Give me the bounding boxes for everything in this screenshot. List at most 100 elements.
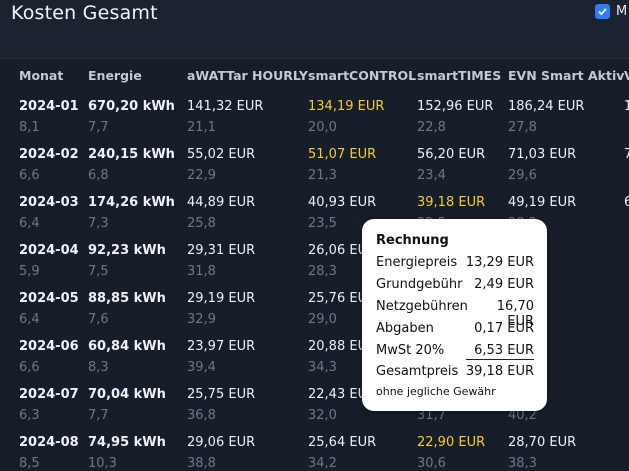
tooltip-item-label: Energiepreis <box>376 255 458 270</box>
price-sub-cell: 36,8 <box>187 408 216 423</box>
tooltip-item-value: 13,29 EUR <box>465 255 534 270</box>
price-sub-cell: 29,6 <box>508 168 537 183</box>
energy-cell: 174,26 kWh <box>88 195 175 210</box>
month-sub-cell: 6,6 <box>19 168 40 183</box>
price-sub-cell: 27,8 <box>508 120 537 135</box>
show-option-toggle[interactable]: M <box>595 4 627 19</box>
month-cell: 2024-06 <box>19 339 79 354</box>
price-cell: 55,02 EUR <box>187 147 256 162</box>
month-cell: 2024-05 <box>19 291 79 306</box>
energy-cell: 92,23 kWh <box>88 243 166 258</box>
tooltip-item: Energiepreis 13,29 EUR <box>376 255 534 270</box>
tooltip-item-value: 6,53 EUR <box>474 343 534 358</box>
month-cell: 2024-02 <box>19 147 79 162</box>
price-sub-cell: 22,8 <box>417 120 446 135</box>
tooltip-item-value: 0,17 EUR <box>474 321 534 336</box>
energy-sub-cell: 7,7 <box>88 408 109 423</box>
price-sub-cell: 23,5 <box>308 216 337 231</box>
month-sub-cell: 6,4 <box>19 312 40 327</box>
energy-cell: 70,04 kWh <box>88 387 166 402</box>
tooltip-item-label: Grundgebühr <box>376 277 463 292</box>
tooltip-item-value: 2,49 EUR <box>474 277 534 292</box>
month-sub-cell: 8,1 <box>19 120 40 135</box>
column-header[interactable]: smartTIMES <box>417 68 501 83</box>
price-sub-cell: 32,9 <box>187 312 216 327</box>
price-cell: 6 <box>624 195 629 210</box>
price-cell: 25,64 EUR <box>308 435 377 450</box>
checkbox-label: M <box>616 4 628 19</box>
month-sub-cell: 6,6 <box>19 360 40 375</box>
month-sub-cell: 5,9 <box>19 264 40 279</box>
price-sub-cell: 38,8 <box>187 456 216 471</box>
price-sub-cell: 23,4 <box>417 168 446 183</box>
month-sub-cell: 6,4 <box>19 216 40 231</box>
price-cell: 56,20 EUR <box>417 147 486 162</box>
invoice-tooltip: Rechnung Energiepreis 13,29 EUR Grundgebüh… <box>362 219 547 411</box>
tooltip-total-label: Gesamtpreis <box>376 364 459 379</box>
tooltip-total: Gesamtpreis 39,18 EUR <box>376 364 534 379</box>
price-cell: 141,32 EUR <box>187 99 264 114</box>
price-cell: 134,19 EUR <box>308 99 385 114</box>
energy-sub-cell: 8,3 <box>88 360 109 375</box>
price-sub-cell: 32,0 <box>308 408 337 423</box>
price-cell: 1 <box>624 99 629 114</box>
price-sub-cell: 22,9 <box>187 168 216 183</box>
tooltip-item-label: Abgaben <box>376 321 434 336</box>
price-cell: 152,96 EUR <box>417 99 494 114</box>
energy-sub-cell: 7,3 <box>88 216 109 231</box>
price-sub-cell: 29,0 <box>308 312 337 327</box>
page-title: Kosten Gesamt <box>11 2 158 24</box>
price-cell: 29,06 EUR <box>187 435 256 450</box>
price-sub-cell: 21,1 <box>187 120 216 135</box>
column-header[interactable]: EVN Smart Aktiv <box>508 68 624 83</box>
price-cell: 39,18 EUR <box>417 195 486 210</box>
checkbox[interactable] <box>595 4 610 19</box>
price-cell: 51,07 EUR <box>308 147 377 162</box>
price-cell: 40,93 EUR <box>308 195 377 210</box>
price-cell: 7 <box>624 147 629 162</box>
price-cell: 29,19 EUR <box>187 291 256 306</box>
price-cell: 186,24 EUR <box>508 99 585 114</box>
price-cell: 71,03 EUR <box>508 147 577 162</box>
month-cell: 2024-07 <box>19 387 79 402</box>
column-header[interactable]: smartCONTROL <box>308 68 416 83</box>
price-sub-cell: 39,4 <box>187 360 216 375</box>
tooltip-item: MwSt 20% 6,53 EUR <box>376 343 534 358</box>
energy-cell: 240,15 kWh <box>88 147 175 162</box>
energy-sub-cell: 10,3 <box>88 456 117 471</box>
price-sub-cell: 30,6 <box>417 456 446 471</box>
price-cell: 23,97 EUR <box>187 339 256 354</box>
energy-cell: 60,84 kWh <box>88 339 166 354</box>
price-cell: 25,75 EUR <box>187 387 256 402</box>
price-cell: 22,90 EUR <box>417 435 486 450</box>
price-cell: 29,31 EUR <box>187 243 256 258</box>
check-icon <box>598 8 607 16</box>
month-sub-cell: 8,5 <box>19 456 40 471</box>
tooltip-item: Grundgebühr 2,49 EUR <box>376 277 534 292</box>
tooltip-item: Abgaben 0,17 EUR <box>376 321 534 336</box>
price-sub-cell: 25,8 <box>187 216 216 231</box>
column-header[interactable]: Monat <box>19 68 63 83</box>
column-header[interactable]: aWATTar HOURLY <box>187 68 308 83</box>
tooltip-item-label: MwSt 20% <box>376 343 445 358</box>
tooltip-divider <box>466 359 534 360</box>
energy-sub-cell: 7,7 <box>88 120 109 135</box>
price-sub-cell: 34,3 <box>308 360 337 375</box>
energy-cell: 74,95 kWh <box>88 435 166 450</box>
price-sub-cell: 21,3 <box>308 168 337 183</box>
energy-cell: 88,85 kWh <box>88 291 166 306</box>
energy-sub-cell: 6,8 <box>88 168 109 183</box>
price-sub-cell: 38,3 <box>508 456 537 471</box>
price-sub-cell: 31,8 <box>187 264 216 279</box>
energy-sub-cell: 7,5 <box>88 264 109 279</box>
month-cell: 2024-04 <box>19 243 79 258</box>
price-sub-cell: 20,0 <box>308 120 337 135</box>
price-sub-cell: 28,3 <box>308 264 337 279</box>
column-header[interactable]: V <box>624 68 629 83</box>
tooltip-total-value: 39,18 EUR <box>465 364 534 379</box>
column-header[interactable]: Energie <box>88 68 142 83</box>
month-sub-cell: 6,3 <box>19 408 40 423</box>
price-cell: 44,89 EUR <box>187 195 256 210</box>
month-cell: 2024-08 <box>19 435 79 450</box>
price-cell: 28,70 EUR <box>508 435 577 450</box>
